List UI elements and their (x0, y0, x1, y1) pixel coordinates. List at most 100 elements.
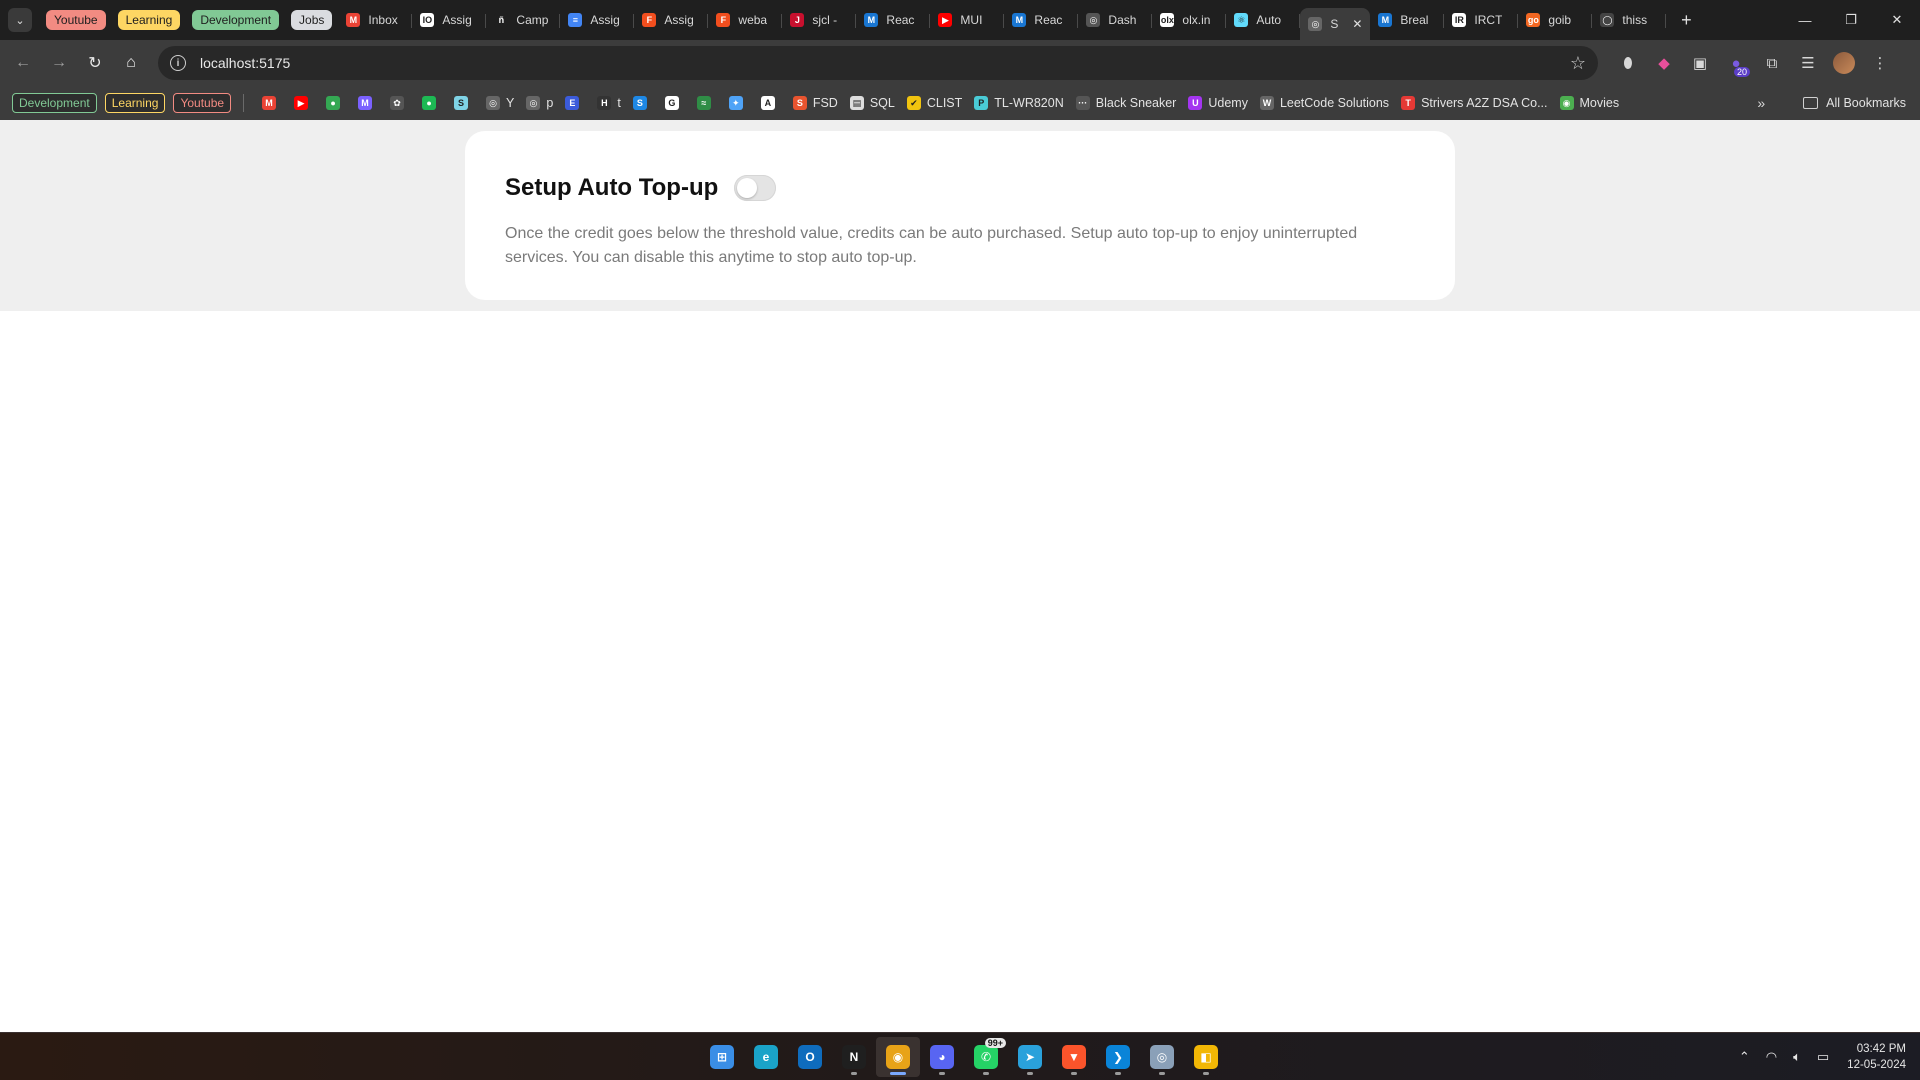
extension-color-icon[interactable]: ◆ (1646, 45, 1682, 81)
tab-group-learning[interactable]: Learning (117, 10, 181, 30)
olx-icon: olx (1160, 13, 1175, 27)
taskbar-discord-button[interactable]: ◕ (920, 1037, 964, 1077)
bookmark-item[interactable]: S FSD (787, 90, 844, 116)
back-arrow-icon[interactable]: ← (6, 46, 40, 80)
bookmark-group-development[interactable]: Development (12, 93, 97, 113)
bookmark-item[interactable]: M (352, 90, 384, 116)
tab[interactable]: go goib (1518, 4, 1593, 36)
close-window-icon[interactable]: ✕ (1874, 0, 1920, 40)
bookmark-item[interactable]: ▤ SQL (844, 90, 901, 116)
tab[interactable]: M Breal (1370, 4, 1445, 36)
butterfly-icon: ✦ (728, 96, 743, 110)
taskbar-whatsapp-button[interactable]: ✆ 99+ (964, 1037, 1008, 1077)
extension-badge-icon[interactable]: ● 20 (1718, 45, 1754, 81)
taskbar-notion-button[interactable]: N (832, 1037, 876, 1077)
reading-list-icon[interactable]: ☰ (1790, 45, 1826, 81)
all-bookmarks-button[interactable]: All Bookmarks (1826, 96, 1906, 110)
site-info-icon[interactable]: i (170, 55, 186, 71)
outlook-icon: O (798, 1045, 822, 1069)
restore-icon[interactable]: ❐ (1828, 0, 1874, 40)
tab[interactable]: M Reac (1004, 4, 1079, 36)
bookmark-item[interactable]: A (755, 90, 787, 116)
bookmark-item[interactable]: S (448, 90, 480, 116)
tab-close-icon[interactable]: ✕ (1352, 17, 1362, 31)
bookmark-list: M ▶ ● M ✿ ● S ◎ Y ◎ p E Ht S G ≈ ✦ A S FSD ▤ SQL ✔ CLIST P TL-WR8… (256, 90, 1625, 116)
tab[interactable]: ▶ MUI (930, 4, 1005, 36)
tab[interactable]: ⚛ Auto (1226, 4, 1301, 36)
bookmark-group-learning[interactable]: Learning (104, 93, 166, 113)
profile-avatar[interactable] (1826, 45, 1862, 81)
meet-icon: M (358, 96, 373, 110)
tab-group-jobs[interactable]: Jobs (291, 10, 333, 30)
address-bar[interactable]: i localhost:5175 ☆ (158, 46, 1598, 80)
bookmark-item[interactable]: ✦ (723, 90, 755, 116)
bookmark-item[interactable]: P TL-WR820N (968, 90, 1069, 116)
taskbar-disk-button[interactable]: ◎ (1140, 1037, 1184, 1077)
tab[interactable]: M Inbox (338, 4, 413, 36)
bookmark-item[interactable]: W LeetCode Solutions (1254, 90, 1395, 116)
extension-square-icon[interactable]: ▣ (1682, 45, 1718, 81)
tab[interactable]: Jsjcl - (782, 4, 857, 36)
taskbar-edge-button[interactable]: e (744, 1037, 788, 1077)
bookmark-item[interactable]: U Udemy (1182, 90, 1254, 116)
clock[interactable]: 03:42 PM 12-05-2024 (1847, 1041, 1906, 1073)
bookmarks-divider (243, 94, 245, 112)
taskbar-outlook-button[interactable]: O (788, 1037, 832, 1077)
bookmark-star-icon[interactable]: ☆ (1570, 53, 1586, 74)
bookmark-item[interactable]: ◎ Y (480, 90, 520, 116)
tab[interactable]: IR IRCT (1444, 4, 1519, 36)
extensions-puzzle-icon[interactable]: ⧉ (1754, 45, 1790, 81)
more-bookmarks-chevron-icon[interactable]: » (1757, 95, 1765, 111)
tab[interactable]: ◯ thiss (1592, 4, 1667, 36)
tab[interactable]: F Assig (634, 4, 709, 36)
taskbar-brave-button[interactable]: ▼ (1052, 1037, 1096, 1077)
wifi-icon[interactable]: ◠ (1766, 1049, 1777, 1065)
bookmark-item[interactable]: M (256, 90, 288, 116)
auto-topup-toggle[interactable] (734, 175, 777, 201)
extension-pin-icon[interactable]: ⬮ (1610, 45, 1646, 81)
minimize-icon[interactable]: — (1782, 0, 1828, 40)
home-icon[interactable]: ⌂ (114, 46, 148, 80)
bookmark-item[interactable]: E (559, 90, 591, 116)
tab-group-development[interactable]: Development (192, 10, 280, 30)
tab[interactable]: ◎ Dash (1078, 4, 1153, 36)
bookmark-item[interactable]: ··· Black Sneaker (1070, 90, 1183, 116)
card-description: Once the credit goes below the threshold… (505, 225, 1358, 266)
tab[interactable]: M Reac (856, 4, 931, 36)
bookmark-item[interactable]: ✿ (384, 90, 416, 116)
react-icon: ⚛ (1234, 13, 1249, 27)
taskbar-app-button[interactable]: ◧ (1184, 1037, 1228, 1077)
bookmark-item[interactable]: G (659, 90, 691, 116)
bookmark-item[interactable]: ✔ CLIST (901, 90, 968, 116)
taskbar-chrome-button[interactable]: ◉ (876, 1037, 920, 1077)
bookmark-item[interactable]: ≈ (691, 90, 723, 116)
tab-search-chevron-icon[interactable]: ⌄ (8, 8, 32, 32)
new-tab-plus-icon[interactable]: + (1672, 6, 1700, 34)
menu-kebab-icon[interactable]: ⋮ (1862, 45, 1898, 81)
bookmark-item[interactable]: ◎ p (520, 90, 559, 116)
bookmark-item[interactable]: ▶ (288, 90, 320, 116)
bookmark-group-youtube[interactable]: Youtube (173, 93, 232, 113)
forward-arrow-icon[interactable]: → (42, 46, 76, 80)
bookmark-item[interactable]: Ht (591, 90, 626, 116)
battery-icon[interactable]: ▭ (1817, 1049, 1829, 1065)
bookmark-item[interactable]: S (627, 90, 659, 116)
reload-icon[interactable]: ↻ (78, 46, 112, 80)
bookmark-item[interactable]: T Strivers A2Z DSA Co... (1395, 90, 1553, 116)
bookmark-item[interactable]: ● (416, 90, 448, 116)
bookmark-item[interactable]: ◉ Movies (1554, 90, 1626, 116)
taskbar-vscode-button[interactable]: ❯ (1096, 1037, 1140, 1077)
tab[interactable]: ≡ Assig (560, 4, 635, 36)
bookmark-item[interactable]: ● (320, 90, 352, 116)
tab[interactable]: olx olx.in (1152, 4, 1227, 36)
tab[interactable]: Fweba (708, 4, 783, 36)
tab[interactable]: ñ Camp (486, 4, 561, 36)
volume-icon[interactable]: 🔈︎ (1793, 1049, 1801, 1065)
taskbar-telegram-button[interactable]: ➤ (1008, 1037, 1052, 1077)
taskbar-start-button[interactable]: ⊞ (700, 1037, 744, 1077)
tray-chevron-up-icon[interactable]: ⌃ (1739, 1049, 1750, 1065)
tab-active[interactable]: ◎ S ✕ (1300, 8, 1371, 40)
tab-group-youtube[interactable]: Youtube (46, 10, 106, 30)
tab[interactable]: IO Assig (412, 4, 487, 36)
address-url[interactable]: localhost:5175 (200, 55, 290, 71)
